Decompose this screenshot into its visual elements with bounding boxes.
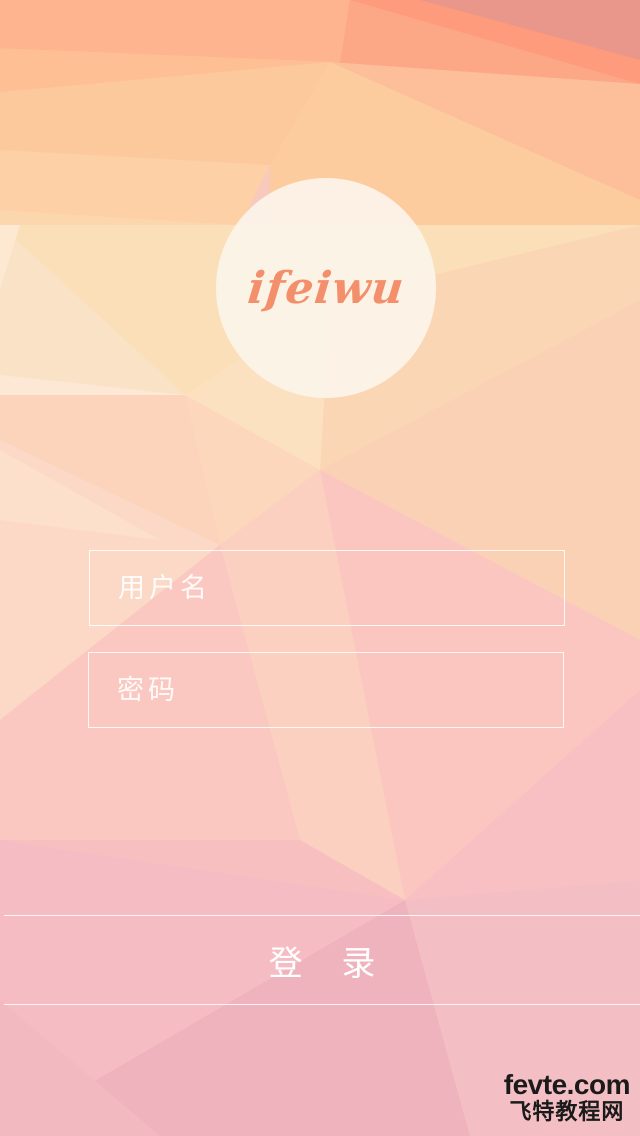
username-input[interactable]: [89, 550, 565, 626]
watermark-site: fevte.com: [503, 1069, 631, 1100]
logo-badge: ifeiwu: [216, 178, 436, 398]
password-input[interactable]: [88, 652, 564, 728]
watermark: fevte.com 飞特教程网: [503, 1069, 631, 1125]
logo-text: ifeiwu: [245, 262, 407, 314]
login-button[interactable]: 登 录: [4, 915, 640, 1005]
login-button-label: 登 录: [268, 943, 390, 984]
watermark-name: 飞特教程网: [509, 1100, 625, 1125]
